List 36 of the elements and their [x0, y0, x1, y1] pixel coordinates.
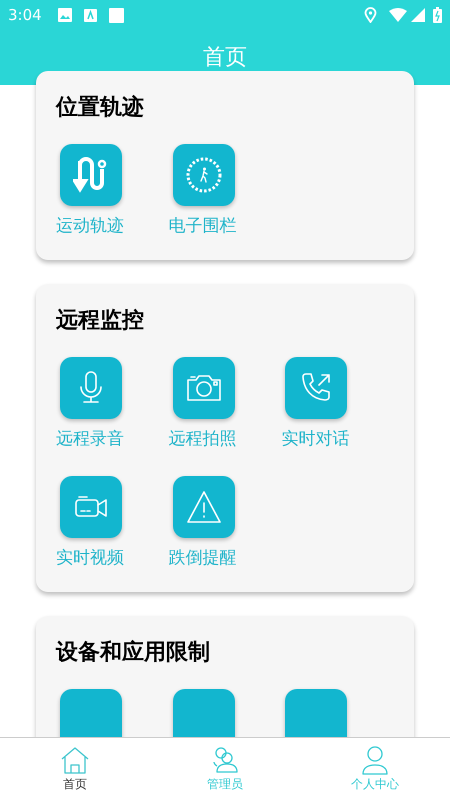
feature-tile [285, 688, 348, 737]
feature-label: 实时对话 [281, 428, 350, 450]
feature-label: 实时视频 [56, 547, 124, 570]
feature-label: 电子围栏 [168, 215, 237, 238]
feature-label: 运动轨迹 [56, 215, 124, 238]
feature-label: 远程录音 [56, 428, 124, 450]
tab-item[interactable]: 管理员 [150, 738, 300, 800]
feature-item[interactable]: 远程录音 [56, 356, 169, 452]
section-title: 远程监控 [56, 306, 145, 334]
feature-item[interactable]: 实时对话 [281, 356, 394, 452]
battery-icon [433, 7, 442, 23]
feature-label: 远程拍照 [168, 428, 237, 450]
section-title: 位置轨迹 [56, 94, 145, 122]
home-icon [60, 745, 90, 775]
image-icon [58, 8, 72, 22]
feature-item[interactable]: 跌倒提醒 [168, 476, 282, 572]
feature-item[interactable]: 实时视频 [56, 476, 169, 572]
tab-item[interactable]: 首页 [0, 738, 150, 800]
wifi-icon [389, 8, 407, 22]
feature-item[interactable]: 远程拍照 [168, 356, 282, 452]
feature-tile [172, 688, 235, 737]
walking-circle-icon [184, 155, 224, 195]
location-icon [364, 7, 377, 23]
app-icon [84, 8, 97, 22]
feature-item[interactable]: 运动轨迹 [56, 144, 169, 240]
route-icon [73, 155, 109, 195]
page-title: 首页 [203, 44, 247, 72]
section-title: 设备和应用限制 [56, 638, 211, 666]
signal-icon [411, 8, 425, 22]
status-time: 3:04 [8, 4, 42, 26]
tab-item[interactable]: 个人中心 [300, 738, 450, 800]
feature-item[interactable]: 电子围栏 [168, 144, 282, 240]
square-icon [108, 8, 124, 22]
person-icon [360, 745, 390, 775]
feature-tile [60, 688, 122, 737]
feature-label: 跌倒提醒 [168, 547, 237, 570]
